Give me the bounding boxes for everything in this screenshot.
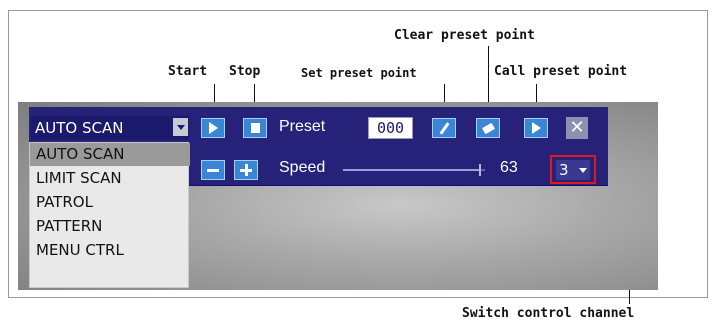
- stop-button[interactable]: [243, 118, 267, 138]
- leader-clear-preset: [488, 46, 489, 108]
- mode-dropdown-list: AUTO SCAN LIMIT SCAN PATROL PATTERN MENU…: [29, 142, 190, 288]
- plus-icon: [240, 164, 252, 176]
- close-icon: ✕: [569, 117, 585, 138]
- close-button[interactable]: ✕: [566, 117, 588, 139]
- mode-option-limit-scan[interactable]: LIMIT SCAN: [30, 167, 190, 190]
- mode-option-menu-ctrl[interactable]: MENU CTRL: [30, 239, 190, 262]
- eraser-icon: [481, 122, 495, 134]
- callout-clear-preset: Clear preset point: [394, 28, 535, 43]
- preset-label: Preset: [279, 118, 326, 135]
- speed-slider[interactable]: [343, 164, 485, 176]
- chevron-down-icon: [176, 124, 185, 130]
- pencil-icon: [439, 121, 449, 135]
- callout-set-preset: Set preset point: [301, 66, 417, 80]
- callout-stop: Stop: [229, 64, 261, 79]
- mode-option-pattern[interactable]: PATTERN: [30, 215, 190, 238]
- call-preset-button[interactable]: [524, 118, 548, 138]
- callout-switch-channel: Switch control channel: [462, 306, 635, 321]
- play-icon: [208, 122, 218, 134]
- speed-up-button[interactable]: [234, 160, 258, 180]
- play-icon: [531, 122, 541, 134]
- mode-dropdown-button[interactable]: [173, 118, 188, 136]
- stop-icon: [250, 123, 260, 133]
- channel-highlight-box: [550, 155, 596, 184]
- callout-call-preset: Call preset point: [494, 64, 628, 79]
- speed-value: 63: [500, 159, 518, 176]
- minus-icon: [207, 168, 219, 172]
- speed-slider-fill: [343, 169, 481, 171]
- clear-preset-button[interactable]: [476, 118, 500, 138]
- speed-slider-thumb[interactable]: [479, 164, 481, 176]
- preset-number-input[interactable]: 000: [368, 117, 413, 139]
- start-button[interactable]: [201, 118, 225, 138]
- speed-down-button[interactable]: [201, 160, 225, 180]
- mode-option-auto-scan[interactable]: AUTO SCAN: [30, 143, 190, 166]
- mode-option-patrol[interactable]: PATROL: [30, 191, 190, 214]
- set-preset-button[interactable]: [432, 118, 456, 138]
- callout-start: Start: [168, 64, 208, 79]
- speed-label: Speed: [279, 159, 326, 176]
- mode-select[interactable]: AUTO SCAN: [31, 116, 189, 140]
